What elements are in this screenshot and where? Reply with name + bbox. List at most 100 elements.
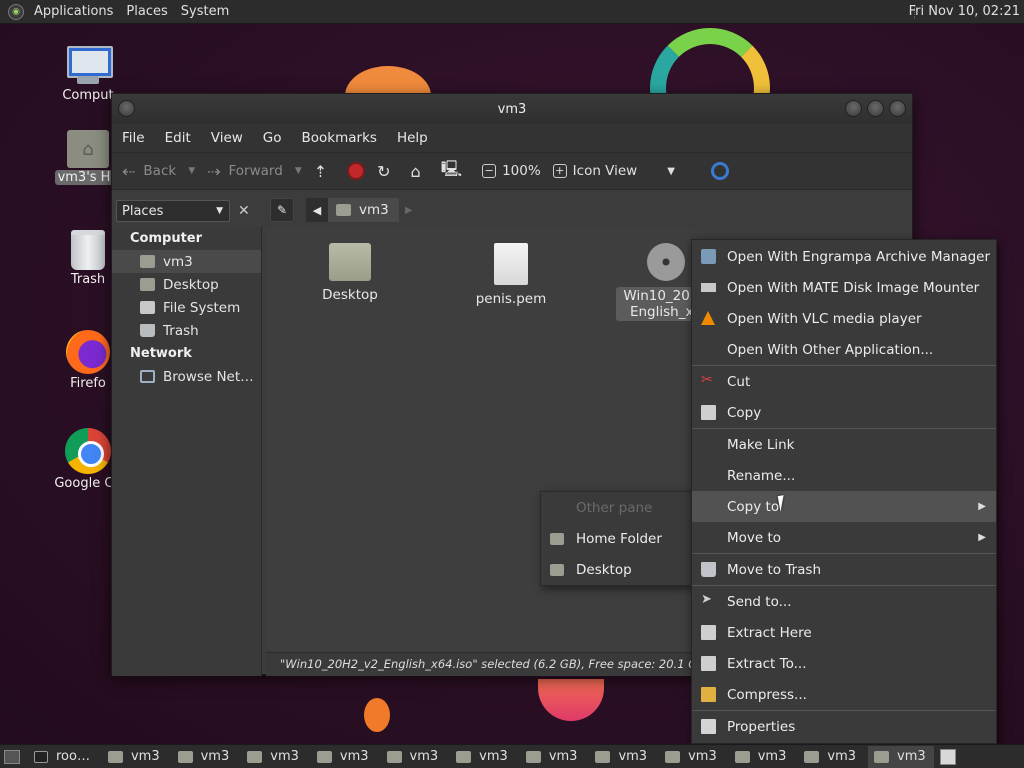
file-label: Desktop	[322, 287, 378, 303]
submenu-item-home-folder[interactable]: Home Folder	[541, 523, 691, 554]
menu-item-label: Open With MATE Disk Image Mounter	[727, 279, 980, 296]
show-desktop-button[interactable]	[4, 749, 20, 764]
sidebar-type-select[interactable]: Places ▼	[116, 200, 230, 222]
menu-item-label: Extract To...	[727, 655, 807, 672]
stop-button[interactable]	[347, 162, 366, 180]
disc-image-icon	[647, 243, 685, 281]
menu-item-copy[interactable]: Copy	[692, 397, 996, 428]
chevron-right-icon: ▶	[978, 532, 986, 543]
sidebar-type-label: Places	[122, 203, 164, 219]
submenu-item-desktop[interactable]: Desktop	[541, 554, 691, 585]
menu-go[interactable]: Go	[263, 130, 292, 146]
taskbar-label: vm3	[479, 749, 508, 764]
menu-item-open-disk-mounter[interactable]: Open With MATE Disk Image Mounter	[692, 272, 996, 303]
taskbar-item[interactable]: vm3	[659, 746, 725, 768]
menu-item-move-to-trash[interactable]: Move to Trash	[692, 554, 996, 585]
menu-edit[interactable]: Edit	[165, 130, 201, 146]
home-folder-icon	[107, 750, 123, 763]
close-icon[interactable]: ✕	[238, 203, 250, 219]
maximize-button[interactable]	[867, 100, 884, 117]
breadcrumb-vm3[interactable]: vm3	[328, 198, 399, 222]
menu-item-move-to[interactable]: Move to ▶	[692, 522, 996, 553]
chevron-right-icon: ▶	[404, 204, 413, 216]
zoom-out-icon: −	[482, 164, 497, 178]
taskbar-item-terminal[interactable]: roo…	[28, 746, 98, 768]
back-button[interactable]: ⇠ Back ▼	[122, 162, 195, 181]
taskbar-item[interactable]: vm3	[172, 746, 238, 768]
forward-button[interactable]: ⇢ Forward ▼	[207, 162, 302, 181]
sidebar-item-file-system[interactable]: File System	[112, 296, 261, 319]
file-label: penis.pem	[475, 291, 547, 307]
menu-item-cut[interactable]: ✂ Cut	[692, 366, 996, 397]
copy-to-submenu: Other pane Home Folder Desktop	[540, 491, 692, 586]
menu-item-properties[interactable]: Properties	[692, 711, 996, 742]
pathbar-scroll-left[interactable]: ◀	[306, 198, 328, 222]
home-folder-icon: ⌂	[410, 161, 421, 181]
file-item-pem[interactable]: penis.pem	[461, 243, 561, 307]
taskbar-item[interactable]: vm3	[241, 746, 307, 768]
view-mode-select[interactable]: + Icon View ▼	[552, 163, 675, 179]
desktop-folder-icon	[140, 278, 155, 291]
vlc-icon	[701, 311, 715, 325]
menu-item-extract-here[interactable]: Extract Here	[692, 617, 996, 648]
computer-button[interactable]: 🖳	[441, 158, 470, 185]
taskbar-item[interactable]: vm3	[798, 746, 864, 768]
sidebar-item-browse-network[interactable]: Browse Net…	[112, 365, 261, 388]
home-folder-icon	[525, 750, 541, 763]
menu-item-copy-to[interactable]: Copy to ▶	[692, 491, 996, 522]
minimize-button[interactable]	[845, 100, 862, 117]
menu-item-extract-to[interactable]: Extract To...	[692, 648, 996, 679]
zoom-out-button[interactable]: − 100%	[482, 163, 541, 179]
pathbar-scroll-right[interactable]: ▶	[399, 198, 419, 222]
menu-item-open-vlc[interactable]: Open With VLC media player	[692, 303, 996, 334]
menu-item-open-other[interactable]: Open With Other Application...	[692, 334, 996, 365]
menu-file[interactable]: File	[122, 130, 155, 146]
trash-icon	[140, 324, 155, 337]
home-button[interactable]: ⌂	[411, 162, 429, 181]
terminal-icon	[34, 750, 48, 763]
scissors-icon: ✂	[701, 372, 713, 388]
taskbar-item[interactable]: vm3	[520, 746, 586, 768]
menu-item-rename[interactable]: Rename...	[692, 460, 996, 491]
menu-view[interactable]: View	[211, 130, 253, 146]
taskbar-label: vm3	[688, 749, 717, 764]
menu-bookmarks[interactable]: Bookmarks	[302, 130, 387, 146]
menu-item-label: Cut	[727, 373, 751, 390]
menu-help[interactable]: Help	[397, 130, 438, 146]
location-edit-button[interactable]: ✎	[270, 198, 294, 222]
chevron-down-icon[interactable]: ▼	[295, 166, 302, 176]
taskbar-item[interactable]: vm3	[381, 746, 447, 768]
taskbar-item[interactable]: vm3	[729, 746, 795, 768]
trash-icon	[71, 230, 105, 270]
titlebar[interactable]: vm3	[112, 94, 912, 124]
close-button[interactable]	[889, 100, 906, 117]
reload-button[interactable]: ↻	[377, 162, 398, 181]
taskbar-item[interactable]: vm3	[311, 746, 377, 768]
mate-logo-icon[interactable]: ◉	[8, 3, 24, 20]
search-icon[interactable]	[710, 162, 729, 180]
sidebar-item-vm3[interactable]: vm3	[112, 250, 261, 273]
sidebar-item-trash[interactable]: Trash	[112, 319, 261, 342]
chevron-down-icon[interactable]: ▼	[188, 166, 195, 176]
taskbar-item[interactable]: vm3	[589, 746, 655, 768]
applications-menu[interactable]: Applications	[30, 4, 122, 19]
zoom-in-icon[interactable]: +	[552, 164, 567, 178]
window-menu-button[interactable]	[118, 100, 135, 117]
clock[interactable]: Fri Nov 10, 02:21	[909, 4, 1020, 19]
menu-item-send-to[interactable]: ➤ Send to...	[692, 586, 996, 617]
places-menu[interactable]: Places	[122, 4, 176, 19]
workspace-switcher[interactable]	[939, 748, 956, 765]
taskbar-item[interactable]: vm3	[450, 746, 516, 768]
sidebar-header: Places ▼ ✕	[116, 199, 260, 223]
file-item-desktop[interactable]: Desktop	[300, 243, 400, 303]
sidebar-item-desktop[interactable]: Desktop	[112, 273, 261, 296]
taskbar-item-active[interactable]: vm3	[868, 745, 934, 768]
taskbar-item[interactable]: vm3	[102, 746, 168, 768]
menu-item-compress[interactable]: Compress...	[692, 679, 996, 710]
menu-item-open-engrampa[interactable]: Open With Engrampa Archive Manager	[692, 241, 996, 272]
menu-item-make-link[interactable]: Make Link	[692, 429, 996, 460]
system-menu[interactable]: System	[177, 4, 238, 19]
chevron-down-icon: ▼	[667, 165, 675, 177]
up-button[interactable]: ⇡	[314, 162, 335, 181]
home-folder-icon	[456, 750, 472, 763]
